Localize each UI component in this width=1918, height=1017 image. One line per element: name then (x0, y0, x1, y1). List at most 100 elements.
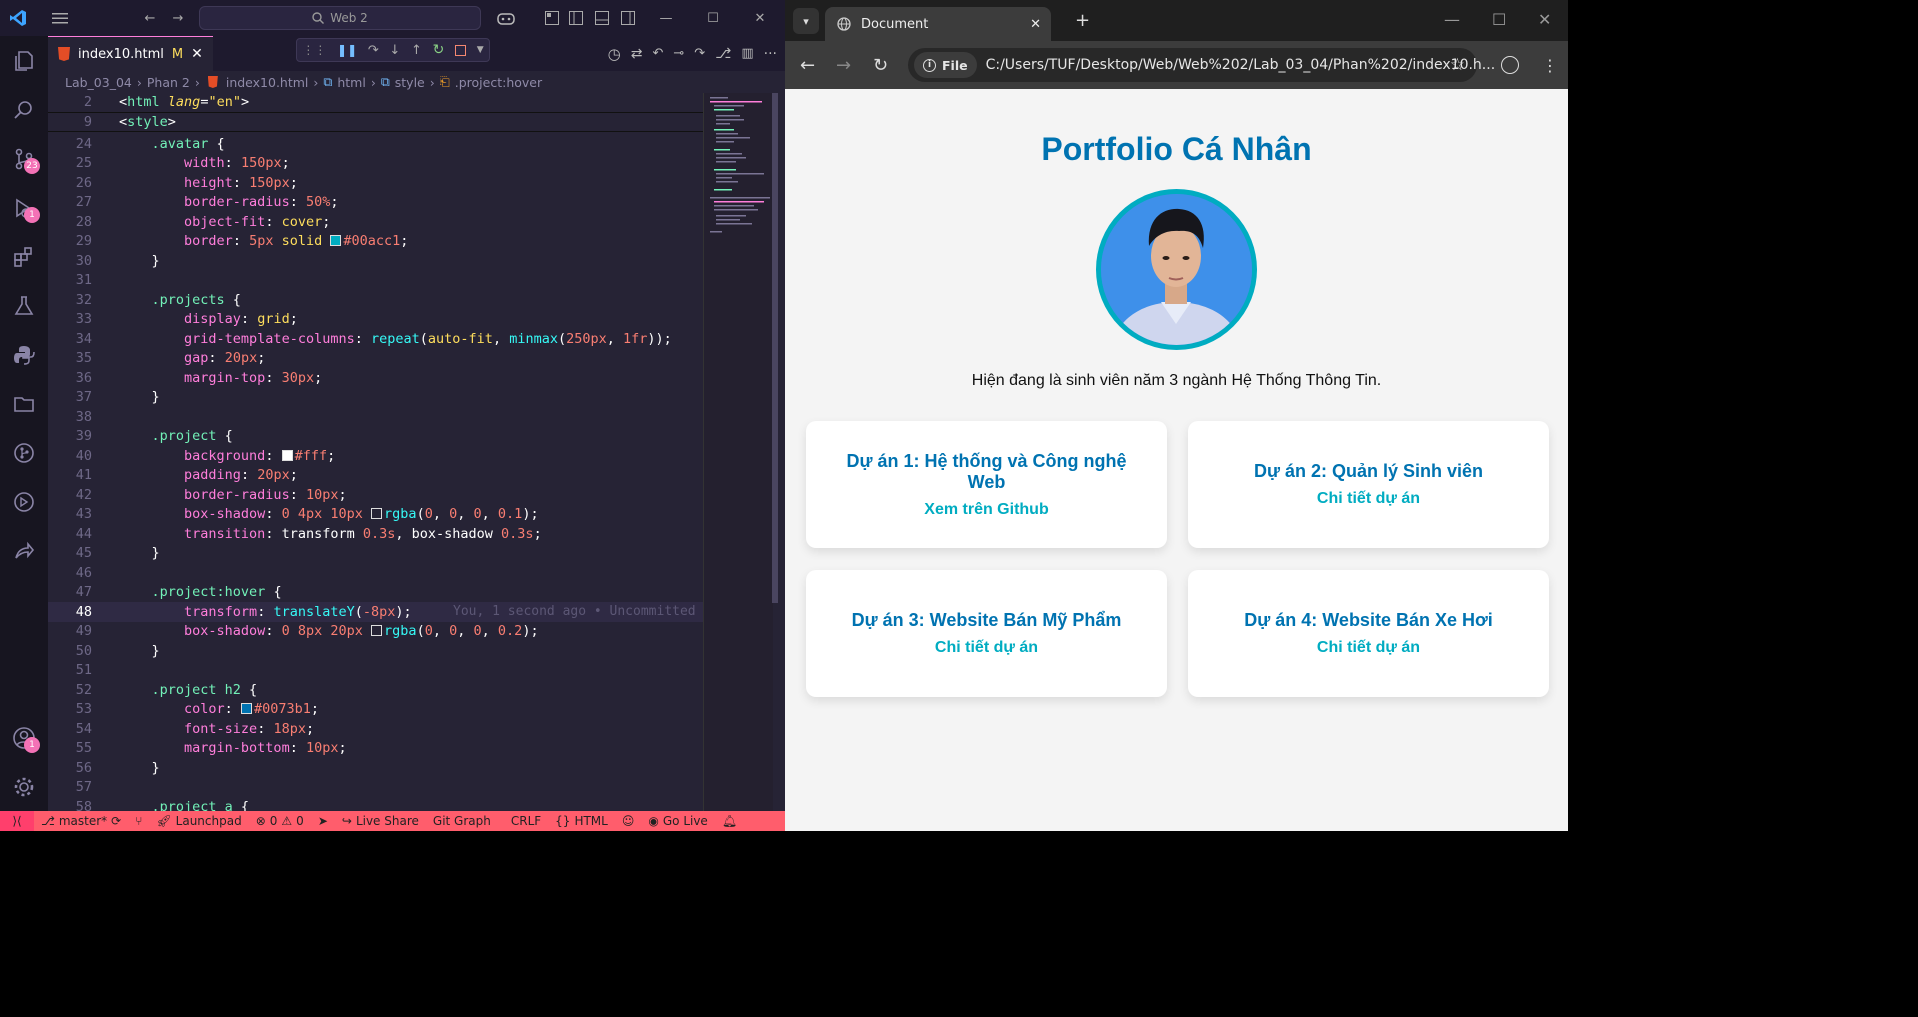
code-line[interactable]: 28 object-fit: cover; (48, 212, 703, 232)
step-into-icon[interactable]: ↓ (389, 43, 400, 58)
project-link[interactable]: Xem trên Github (924, 501, 1048, 519)
compare-changes-icon[interactable]: ⇄ (631, 46, 643, 62)
browser-tab-close-icon[interactable]: ✕ (1030, 17, 1041, 32)
run-debug-icon[interactable]: 1 (0, 183, 48, 232)
problems-status[interactable]: ⊗ 0 ⚠ 0 (249, 811, 311, 831)
color-swatch[interactable] (371, 625, 383, 637)
code-line[interactable]: 36 margin-top: 30px; (48, 368, 703, 388)
go-live-status[interactable]: ◉ Go Live (641, 811, 714, 831)
notifications-status[interactable]: 🔔︎ (715, 811, 744, 831)
color-swatch[interactable] (371, 508, 383, 520)
git-graph-status[interactable]: Git Graph (426, 811, 498, 831)
project-link[interactable]: Chi tiết dự án (1317, 490, 1420, 508)
project-link[interactable]: Chi tiết dự án (1317, 639, 1420, 657)
breadcrumb-file[interactable]: index10.html (226, 75, 309, 90)
project-card[interactable]: Dự án 3: Website Bán Mỹ Phẩm Chi tiết dự… (806, 570, 1167, 697)
site-info-chip[interactable]: i File (914, 52, 977, 78)
code-line[interactable]: 45 } (48, 544, 703, 564)
code-line[interactable]: 29 border: 5px solid #00acc1; (48, 232, 703, 252)
code-line[interactable]: 41 padding: 20px; (48, 466, 703, 486)
step-over-icon[interactable]: ↷ (368, 43, 379, 58)
code-editor[interactable]: 2 <html lang="en"> 9 <style> 24 .avatar {25 … (48, 93, 785, 815)
command-center[interactable]: Web 2 (199, 6, 481, 30)
code-line[interactable]: 46 (48, 563, 703, 583)
code-line[interactable]: 27 border-radius: 50%; (48, 193, 703, 213)
project-card[interactable]: Dự án 1: Hệ thống và Công nghệ Web Xem t… (806, 421, 1167, 548)
breadcrumb-html[interactable]: html (337, 75, 365, 90)
close-icon[interactable]: ✕ (746, 4, 774, 32)
tab-index10[interactable]: index10.html M ✕ (48, 36, 213, 71)
code-line[interactable]: 49 box-shadow: 0 8px 20px rgba(0, 0, 0, … (48, 622, 703, 642)
code-line[interactable]: 33 display: grid; (48, 310, 703, 330)
code-line[interactable]: 43 box-shadow: 0 4px 10px rgba(0, 0, 0, … (48, 505, 703, 525)
copilot-status[interactable]: ☺ (615, 811, 642, 831)
code-line[interactable]: 47 .project:hover { (48, 583, 703, 603)
git-graph-icon[interactable] (0, 428, 48, 477)
code-line[interactable]: 52 .project h2 { (48, 680, 703, 700)
code-line[interactable]: 57 (48, 778, 703, 798)
code-line[interactable]: 39 .project { (48, 427, 703, 447)
explorer-icon[interactable] (0, 36, 48, 85)
reload-icon[interactable]: ↻ (873, 55, 888, 76)
drag-handle-icon[interactable]: ⋮⋮ (302, 43, 326, 57)
code-line[interactable]: 48 transform: translateY(-8px); You, 1 se… (48, 602, 703, 622)
restart-icon[interactable]: ↻ (433, 42, 445, 58)
toggle-sidebar-icon[interactable] (562, 4, 590, 32)
toggle-secondary-sidebar-icon[interactable] (614, 4, 642, 32)
browser-forward-icon[interactable]: → (836, 55, 851, 76)
browser-back-icon[interactable]: ← (800, 55, 815, 76)
code-line[interactable]: 56 } (48, 758, 703, 778)
code-line[interactable]: 44 transition: transform 0.3s, box-shado… (48, 524, 703, 544)
code-line[interactable]: 50 } (48, 641, 703, 661)
timeline-icon[interactable]: ◷ (608, 45, 621, 63)
tab-search-icon[interactable]: ▾ (793, 8, 819, 34)
code-line[interactable]: 34 grid-template-columns: repeat(auto-fi… (48, 329, 703, 349)
language-status[interactable]: {} HTML (548, 811, 615, 831)
new-tab-icon[interactable]: + (1075, 10, 1090, 31)
code-line[interactable]: 38 (48, 407, 703, 427)
run-status[interactable]: ➤ (311, 811, 335, 831)
browser-tab[interactable]: Document ✕ (825, 7, 1051, 41)
remote-explorer-icon[interactable] (0, 477, 48, 526)
code-line[interactable]: 54 font-size: 18px; (48, 719, 703, 739)
project-link[interactable]: Chi tiết dự án (935, 639, 1038, 657)
code-line[interactable]: 30 } (48, 251, 703, 271)
breadcrumb-selector[interactable]: .project:hover (455, 75, 542, 90)
code-line[interactable]: 25 width: 150px; (48, 154, 703, 174)
extensions-icon[interactable] (0, 232, 48, 281)
python-icon[interactable] (0, 330, 48, 379)
maximize-icon[interactable]: ☐ (699, 4, 727, 32)
sticky-scroll-line[interactable]: 9 <style> (48, 112, 703, 132)
code-line[interactable]: 37 } (48, 388, 703, 408)
launchpad-status[interactable]: 🚀︎ Launchpad (149, 811, 248, 831)
live-share-icon[interactable] (0, 526, 48, 575)
code-line[interactable]: 35 gap: 20px; (48, 349, 703, 369)
code-line[interactable]: 51 (48, 661, 703, 681)
tab-close-icon[interactable]: ✕ (191, 46, 203, 62)
commit-icon[interactable]: ⊸ (673, 46, 684, 61)
pause-icon[interactable]: ❚❚ (337, 43, 357, 57)
code-line[interactable]: 31 (48, 271, 703, 291)
stop-icon[interactable] (455, 44, 467, 56)
sticky-scroll-line[interactable]: 2 <html lang="en"> (48, 93, 703, 113)
address-bar[interactable]: i File C:/Users/TUF/Desktop/Web/Web%202/… (908, 48, 1495, 82)
code-line[interactable]: 42 border-radius: 10px; (48, 485, 703, 505)
code-line[interactable]: 53 color: #0073b1; (48, 700, 703, 720)
settings-gear-icon[interactable] (0, 762, 48, 811)
color-swatch[interactable] (281, 449, 293, 461)
go-forward-change-icon[interactable]: ↷ (694, 46, 705, 61)
live-share-status[interactable]: ↪ Live Share (335, 811, 426, 831)
bookmark-star-icon[interactable]: ☆ (1450, 55, 1465, 75)
code-line[interactable]: 40 background: #fff; (48, 446, 703, 466)
chrome-menu-icon[interactable]: ⋮ (1542, 56, 1558, 75)
eol-status[interactable]: CRLF (504, 811, 548, 831)
profile-icon[interactable] (1501, 56, 1519, 74)
toggle-panel-icon[interactable] (588, 4, 616, 32)
copilot-icon[interactable] (492, 4, 520, 32)
split-editor-icon[interactable]: ▥ (741, 46, 753, 61)
remote-indicator[interactable]: ⟩⟨ (0, 811, 34, 831)
folder-icon[interactable] (0, 379, 48, 428)
chevron-down-icon[interactable]: ▼ (477, 45, 484, 55)
accounts-icon[interactable]: 1 (0, 713, 48, 762)
code-line[interactable]: 32 .projects { (48, 290, 703, 310)
